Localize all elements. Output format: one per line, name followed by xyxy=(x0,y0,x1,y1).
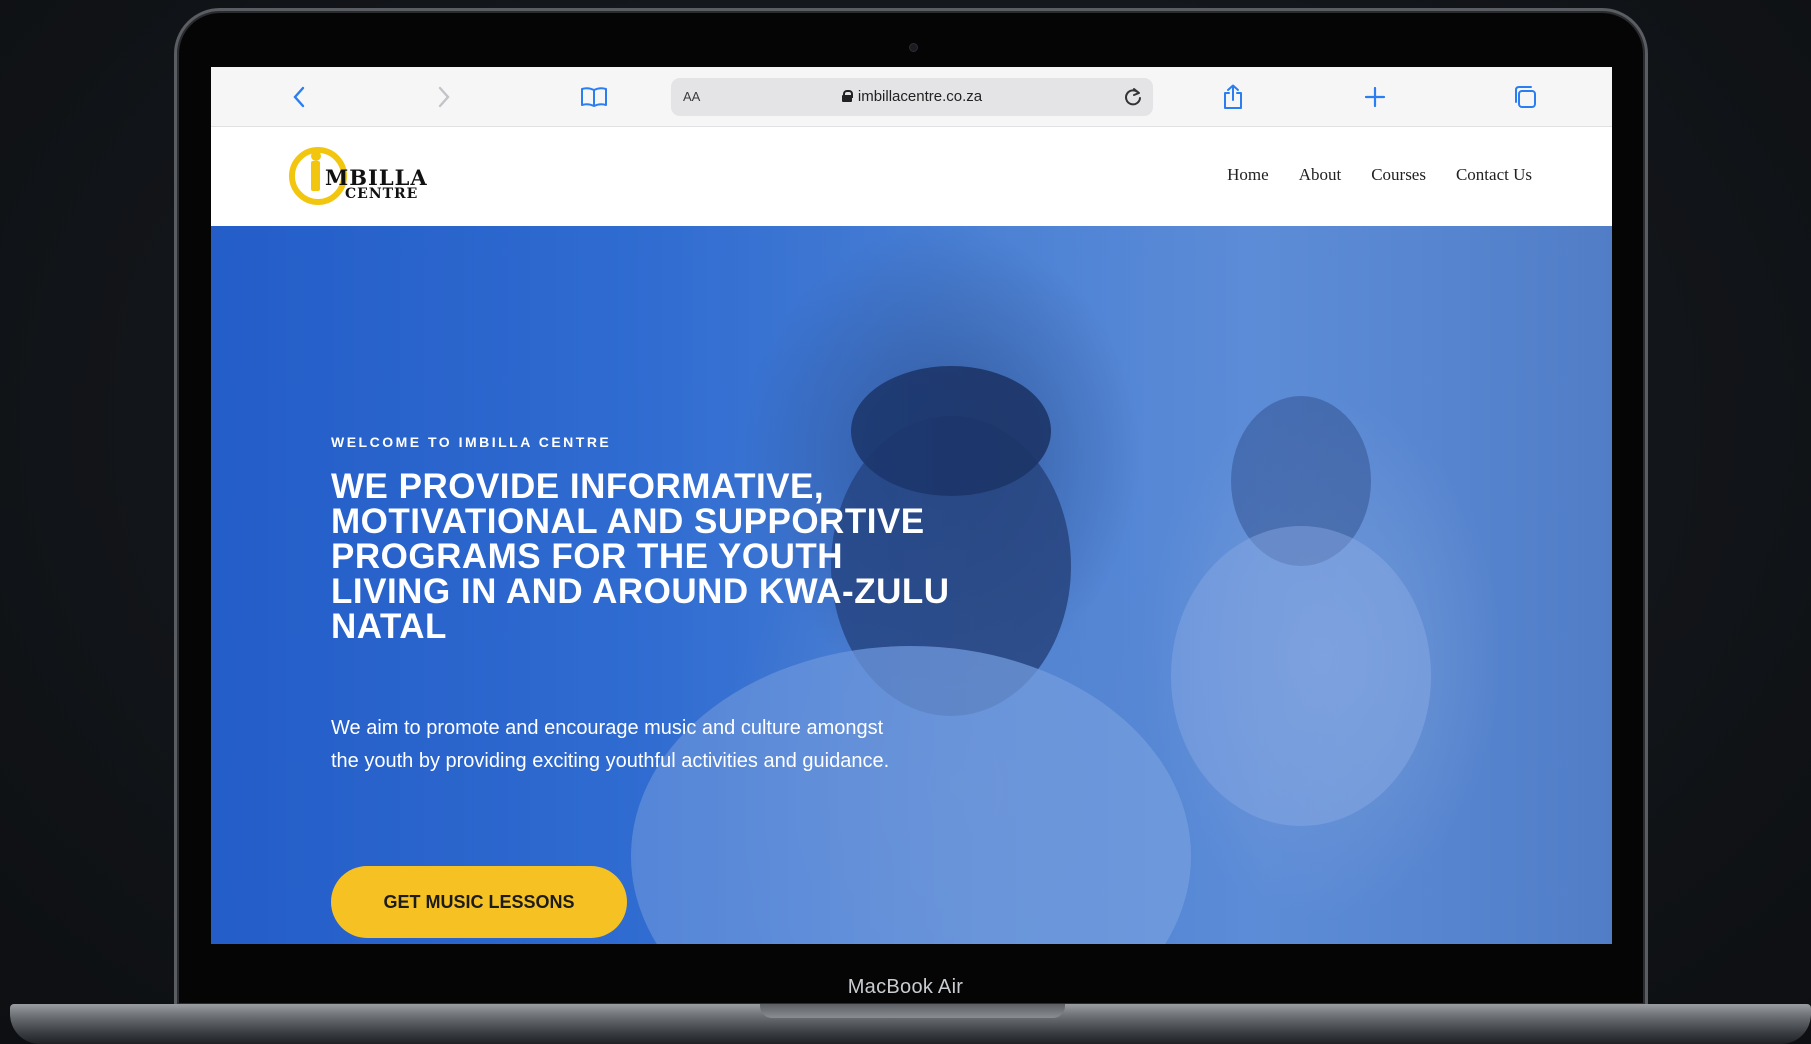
nav-home[interactable]: Home xyxy=(1227,165,1269,185)
back-button[interactable] xyxy=(283,81,315,113)
nav-about[interactable]: About xyxy=(1299,165,1342,185)
forward-button[interactable] xyxy=(428,81,460,113)
bookmarks-button[interactable] xyxy=(578,81,610,113)
browser-screen: AA imbillacentre.co.za MBILLA CENTRE Hom… xyxy=(211,67,1612,944)
tabs-icon xyxy=(1515,86,1536,108)
logo-word-centre: CENTRE xyxy=(345,186,419,202)
nav-contact-us[interactable]: Contact Us xyxy=(1456,165,1532,185)
chevron-left-icon xyxy=(293,86,305,108)
address-bar[interactable]: AA imbillacentre.co.za xyxy=(671,78,1153,116)
get-music-lessons-button[interactable]: GET MUSIC LESSONS xyxy=(331,866,627,938)
url-display: imbillacentre.co.za xyxy=(671,88,1153,105)
site-logo[interactable]: MBILLA CENTRE xyxy=(289,145,429,209)
hero-eyebrow: WELCOME TO IMBILLA CENTRE xyxy=(331,434,612,450)
main-nav: Home About Courses Contact Us xyxy=(1227,165,1532,185)
reload-icon xyxy=(1125,88,1141,106)
nav-courses[interactable]: Courses xyxy=(1371,165,1426,185)
chevron-right-icon xyxy=(438,86,450,108)
webcam xyxy=(909,43,918,52)
device-label: MacBook Air xyxy=(847,976,964,998)
logo-i-dot xyxy=(311,151,321,161)
share-icon xyxy=(1224,84,1242,109)
hero-headline: WE PROVIDE INFORMATIVE, MOTIVATIONAL AND… xyxy=(331,467,950,646)
laptop-base-notch xyxy=(760,1004,1065,1018)
share-button[interactable] xyxy=(1217,81,1249,113)
new-tab-button[interactable] xyxy=(1359,81,1391,113)
book-icon xyxy=(581,87,607,107)
tabs-button[interactable] xyxy=(1509,81,1541,113)
reload-button[interactable] xyxy=(1119,83,1147,111)
hero-section: WELCOME TO IMBILLA CENTRE WE PROVIDE INF… xyxy=(211,226,1612,944)
plus-icon xyxy=(1364,86,1386,108)
site-header: MBILLA CENTRE Home About Courses Contact… xyxy=(211,127,1612,226)
logo-i-stem xyxy=(311,161,320,191)
safari-toolbar: AA imbillacentre.co.za xyxy=(211,67,1612,127)
lock-icon xyxy=(841,90,853,102)
url-text: imbillacentre.co.za xyxy=(857,88,983,105)
hero-description: We aim to promote and encourage music an… xyxy=(331,717,890,772)
